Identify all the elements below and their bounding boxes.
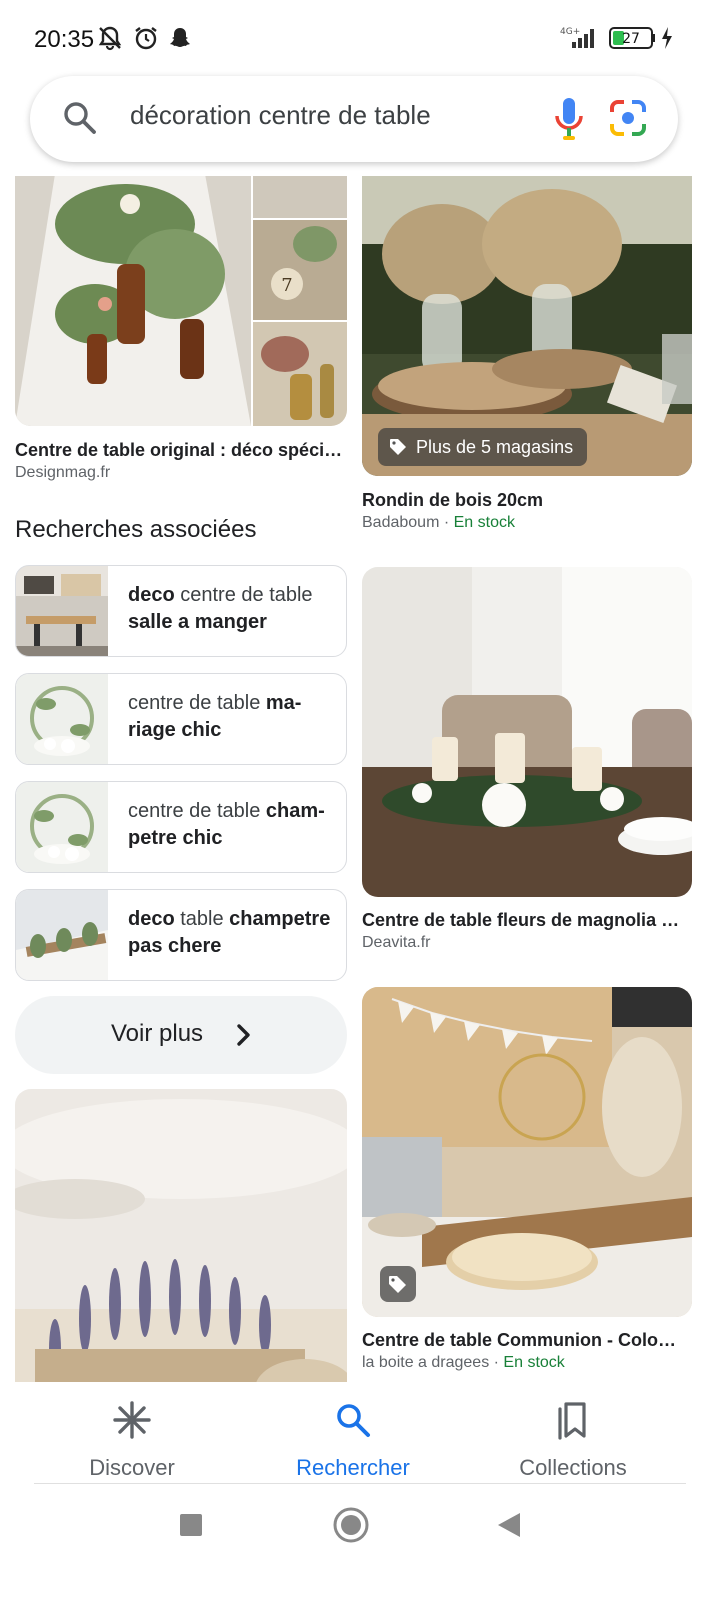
result-title[interactable]: Centre de table Communion - Colo… <box>362 1330 692 1351</box>
see-more-label: Voir plus <box>111 1020 204 1047</box>
magnolia-centerpiece-photo <box>362 567 692 897</box>
nav-label: Collections <box>519 1455 627 1480</box>
svg-text:27: 27 <box>622 31 640 47</box>
search-bar[interactable]: décoration centre de table <box>30 76 678 162</box>
alarm-icon <box>135 27 157 50</box>
result-title[interactable]: Centre de table original : déco spéci… <box>15 440 347 461</box>
signal-battery-icons: 4G+ 27 <box>560 27 672 49</box>
related-search-item[interactable]: deco table champetre pas chere <box>15 889 347 981</box>
nav-label: Rechercher <box>296 1455 410 1480</box>
bookmarks-icon <box>558 1402 586 1440</box>
chevron-right-icon <box>237 1024 250 1046</box>
svg-text:7: 7 <box>281 275 292 296</box>
search-query[interactable]: décoration centre de table <box>130 100 431 131</box>
lavender-centerpiece-photo <box>15 1089 347 1382</box>
source-name: Badaboum <box>362 514 440 531</box>
asterisk-icon <box>113 1401 151 1439</box>
related-thumbnail <box>16 890 108 980</box>
related-search-label: centre de table ma-riage chic <box>128 692 302 741</box>
result-image-lavender[interactable] <box>15 1089 347 1382</box>
related-searches-heading: Recherches associées <box>15 516 257 543</box>
related-search-label: centre de table cham-petre chic <box>128 800 325 849</box>
source-name: la boite a dragees <box>362 1354 490 1371</box>
related-thumbnail <box>16 782 108 872</box>
see-more-button[interactable]: Voir plus <box>15 996 347 1074</box>
back-icon <box>498 1513 520 1537</box>
result-source: Designmag.fr <box>15 464 111 481</box>
status-right: 4G+ 27 <box>560 24 680 52</box>
table-decor-photo: 7 <box>15 176 347 426</box>
stock-status: En stock <box>453 514 515 531</box>
microphone-icon[interactable] <box>552 96 586 142</box>
status-bar: 20:35 4G+ 27 <box>0 0 720 76</box>
related-thumbnail <box>16 566 108 656</box>
snapchat-icon <box>170 28 190 47</box>
result-title[interactable]: Rondin de bois 20cm <box>362 490 692 511</box>
nav-collections[interactable]: Collections <box>473 1400 673 1481</box>
related-search-label: deco centre de table salle a manger <box>128 584 313 633</box>
recents-icon <box>180 1514 202 1536</box>
result-image-designmag[interactable]: 7 <box>15 176 347 426</box>
status-time: 20:35 <box>34 26 95 53</box>
result-title[interactable]: Centre de table fleurs de magnolia … <box>362 910 692 931</box>
shopping-tag-button[interactable] <box>380 1266 416 1302</box>
store-count-label: Plus de 5 magasins <box>416 436 574 457</box>
search-icon <box>337 1404 370 1437</box>
result-source: Deavita.fr <box>362 934 431 951</box>
system-nav-buttons <box>180 1507 520 1543</box>
nav-discover[interactable]: Discover <box>32 1400 232 1481</box>
stock-status: En stock <box>503 1354 565 1371</box>
system-navigation-bar <box>0 1484 720 1600</box>
result-image-magnolia[interactable] <box>362 567 692 897</box>
search-icon[interactable] <box>60 98 100 138</box>
related-thumbnail <box>16 674 108 764</box>
related-search-label: deco table champetre pas chere <box>128 908 331 957</box>
google-lens-icon[interactable] <box>608 98 648 138</box>
related-search-item[interactable]: centre de table cham-petre chic <box>15 781 347 873</box>
store-count-badge[interactable]: Plus de 5 magasins <box>378 428 588 466</box>
network-type: 4G+ <box>560 27 580 37</box>
tag-icon <box>389 1276 406 1293</box>
bottom-navigation: Discover Rechercher Collections <box>0 1382 720 1482</box>
result-source: la boite a dragees · En stock <box>362 1354 565 1371</box>
nav-search[interactable]: Rechercher <box>253 1400 453 1481</box>
related-search-item[interactable]: centre de table ma-riage chic <box>15 673 347 765</box>
silent-bell-icon <box>98 26 122 51</box>
nav-label: Discover <box>89 1455 175 1480</box>
related-search-item[interactable]: deco centre de table salle a manger <box>15 565 347 657</box>
result-source: Badaboum · En stock <box>362 514 515 531</box>
tag-icon <box>390 439 406 455</box>
results-feed: 7 Centre de table original : déco spéci…… <box>0 176 720 1382</box>
